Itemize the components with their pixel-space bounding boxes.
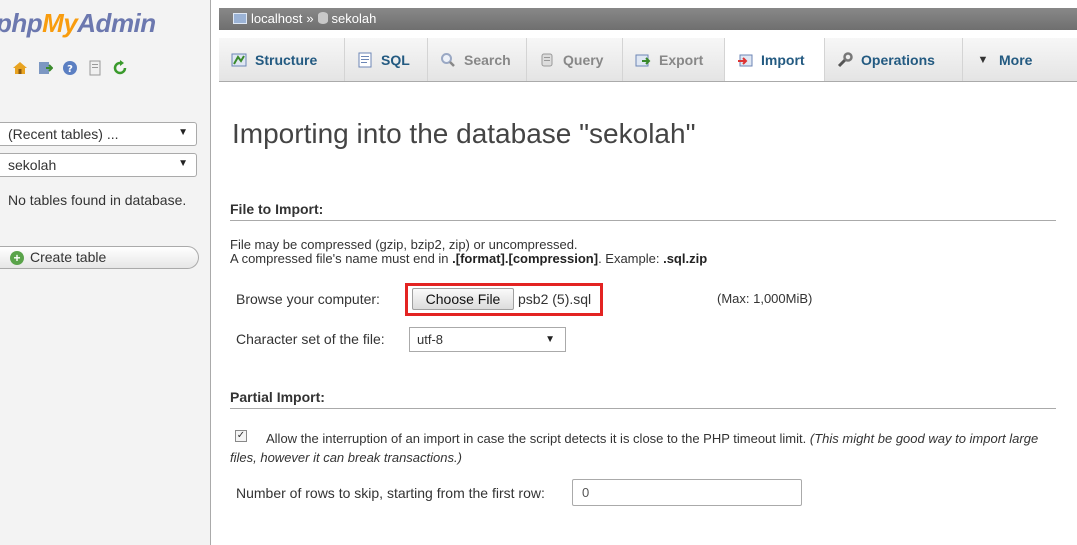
tab-structure[interactable]: Structure — [219, 38, 345, 81]
recent-tables-select[interactable]: (Recent tables) ... ▼ — [0, 122, 197, 146]
charset-label: Character set of the file: — [236, 331, 385, 347]
tab-more-label: More — [999, 51, 1033, 68]
tab-import-label: Import — [761, 51, 805, 68]
chevron-down-icon: ▼ — [178, 127, 188, 138]
allow-interrupt-text: Allow the interruption of an import in c… — [230, 429, 1050, 467]
skip-rows-label: Number of rows to skip, starting from th… — [236, 485, 545, 501]
desc-example: .sql.zip — [663, 251, 708, 266]
navigation-panel: phpMyAdmin ? (Recent tables) ... ▼ sekol… — [0, 0, 211, 545]
chevron-down-icon: ▼ — [178, 158, 188, 169]
compression-description: File may be compressed (gzip, bzip2, zip… — [230, 238, 707, 266]
chevron-down-icon: ▼ — [545, 334, 555, 345]
main-content: Importing into the database "sekolah" Fi… — [219, 82, 1077, 545]
tab-structure-label: Structure — [255, 51, 318, 68]
charset-select[interactable]: utf-8 ▼ — [409, 327, 566, 352]
reload-icon[interactable] — [112, 60, 128, 76]
server-icon — [233, 13, 247, 24]
choose-file-button[interactable]: Choose File — [412, 288, 514, 310]
tab-query-label: Query — [563, 51, 604, 68]
breadcrumb-separator: » — [306, 11, 314, 26]
desc-line-2: A compressed file's name must end in .[f… — [230, 252, 707, 266]
tab-operations[interactable]: Operations — [825, 38, 963, 81]
export-icon — [635, 52, 651, 68]
tab-bar: Structure SQL Search Query Export Import — [219, 38, 1077, 82]
logout-icon[interactable] — [37, 60, 53, 76]
operations-icon — [837, 51, 853, 68]
home-icon[interactable] — [12, 60, 28, 76]
max-upload-size: (Max: 1,000MiB) — [717, 291, 813, 306]
database-select-value: sekolah — [8, 157, 57, 173]
tab-more[interactable]: ▼ More — [963, 38, 1077, 81]
desc-prefix: A compressed file's name must end in — [230, 251, 453, 266]
desc-line-1: File may be compressed (gzip, bzip2, zip… — [230, 237, 578, 252]
breadcrumb: localhost » sekolah — [219, 8, 1077, 30]
phpmyadmin-logo[interactable]: phpMyAdmin — [0, 8, 156, 39]
tab-search[interactable]: Search — [428, 38, 527, 81]
help-icon[interactable]: ? — [62, 60, 78, 76]
allow-interrupt-checkbox[interactable]: ✓ — [235, 430, 247, 442]
charset-value: utf-8 — [417, 332, 444, 347]
desc-format-pattern: .[format].[compression] — [452, 251, 599, 266]
tab-operations-label: Operations — [861, 51, 935, 68]
import-icon — [737, 52, 753, 68]
breadcrumb-server[interactable]: localhost — [251, 11, 302, 26]
selected-file-name: psb2 (5).sql — [518, 291, 592, 307]
desc-mid: . Example: — [598, 251, 664, 266]
page-title: Importing into the database "sekolah" — [232, 118, 696, 149]
svg-text:?: ? — [67, 64, 73, 75]
logo-my: My — [42, 8, 78, 38]
nav-icon-bar: ? — [12, 60, 128, 76]
skip-rows-input[interactable]: 0 — [572, 479, 802, 506]
sql-icon — [357, 52, 373, 68]
query-icon — [539, 52, 555, 68]
plus-icon: + — [10, 251, 24, 265]
recent-tables-value: (Recent tables) ... — [8, 126, 119, 142]
tab-export-label: Export — [659, 51, 704, 68]
allow-interrupt-label: Allow the interruption of an import in c… — [266, 431, 807, 446]
no-tables-message: No tables found in database. — [8, 192, 187, 208]
tab-search-label: Search — [464, 51, 511, 68]
tab-sql-label: SQL — [381, 51, 410, 68]
logo-admin: Admin — [77, 8, 156, 38]
more-arrow-icon: ▼ — [977, 53, 989, 66]
search-icon — [440, 52, 456, 68]
docs-icon[interactable] — [87, 60, 103, 76]
partial-import-heading: Partial Import: — [230, 389, 1056, 409]
file-to-import-heading: File to Import: — [230, 201, 1056, 221]
create-table-label: Create table — [30, 249, 107, 265]
logo-php: php — [0, 8, 43, 38]
tab-import[interactable]: Import — [725, 38, 825, 81]
browse-label: Browse your computer: — [236, 291, 380, 307]
database-icon — [317, 12, 328, 24]
tab-query[interactable]: Query — [527, 38, 623, 81]
create-table-button[interactable]: + Create table — [0, 246, 199, 269]
tab-sql[interactable]: SQL — [345, 38, 428, 81]
tab-export[interactable]: Export — [623, 38, 725, 81]
breadcrumb-database[interactable]: sekolah — [332, 11, 377, 26]
database-select[interactable]: sekolah ▼ — [0, 153, 197, 177]
structure-icon — [231, 52, 247, 68]
